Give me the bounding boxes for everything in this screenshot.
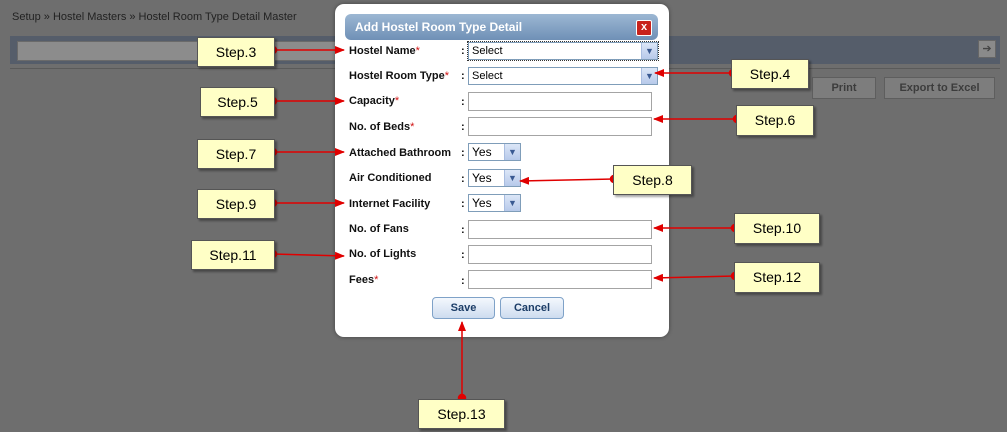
annotation-arrows — [268, 45, 742, 403]
step-callout-4: Step.4 — [731, 59, 809, 89]
step-callout-3: Step.3 — [197, 37, 275, 67]
step-callout-6: Step.6 — [736, 105, 814, 136]
step8-arrow — [519, 176, 615, 185]
step-callout-5: Step.5 — [200, 87, 275, 117]
step-callout-11: Step.11 — [191, 240, 275, 270]
step-callout-12: Step.12 — [734, 262, 820, 293]
step-callout-7: Step.7 — [197, 139, 275, 169]
step11-arrow — [272, 251, 345, 260]
step12-arrow — [653, 273, 736, 282]
step-callout-13: Step.13 — [418, 399, 505, 429]
step-callout-8: Step.8 — [613, 165, 692, 195]
step-callout-9: Step.9 — [197, 189, 275, 219]
step-callout-10: Step.10 — [734, 213, 820, 244]
